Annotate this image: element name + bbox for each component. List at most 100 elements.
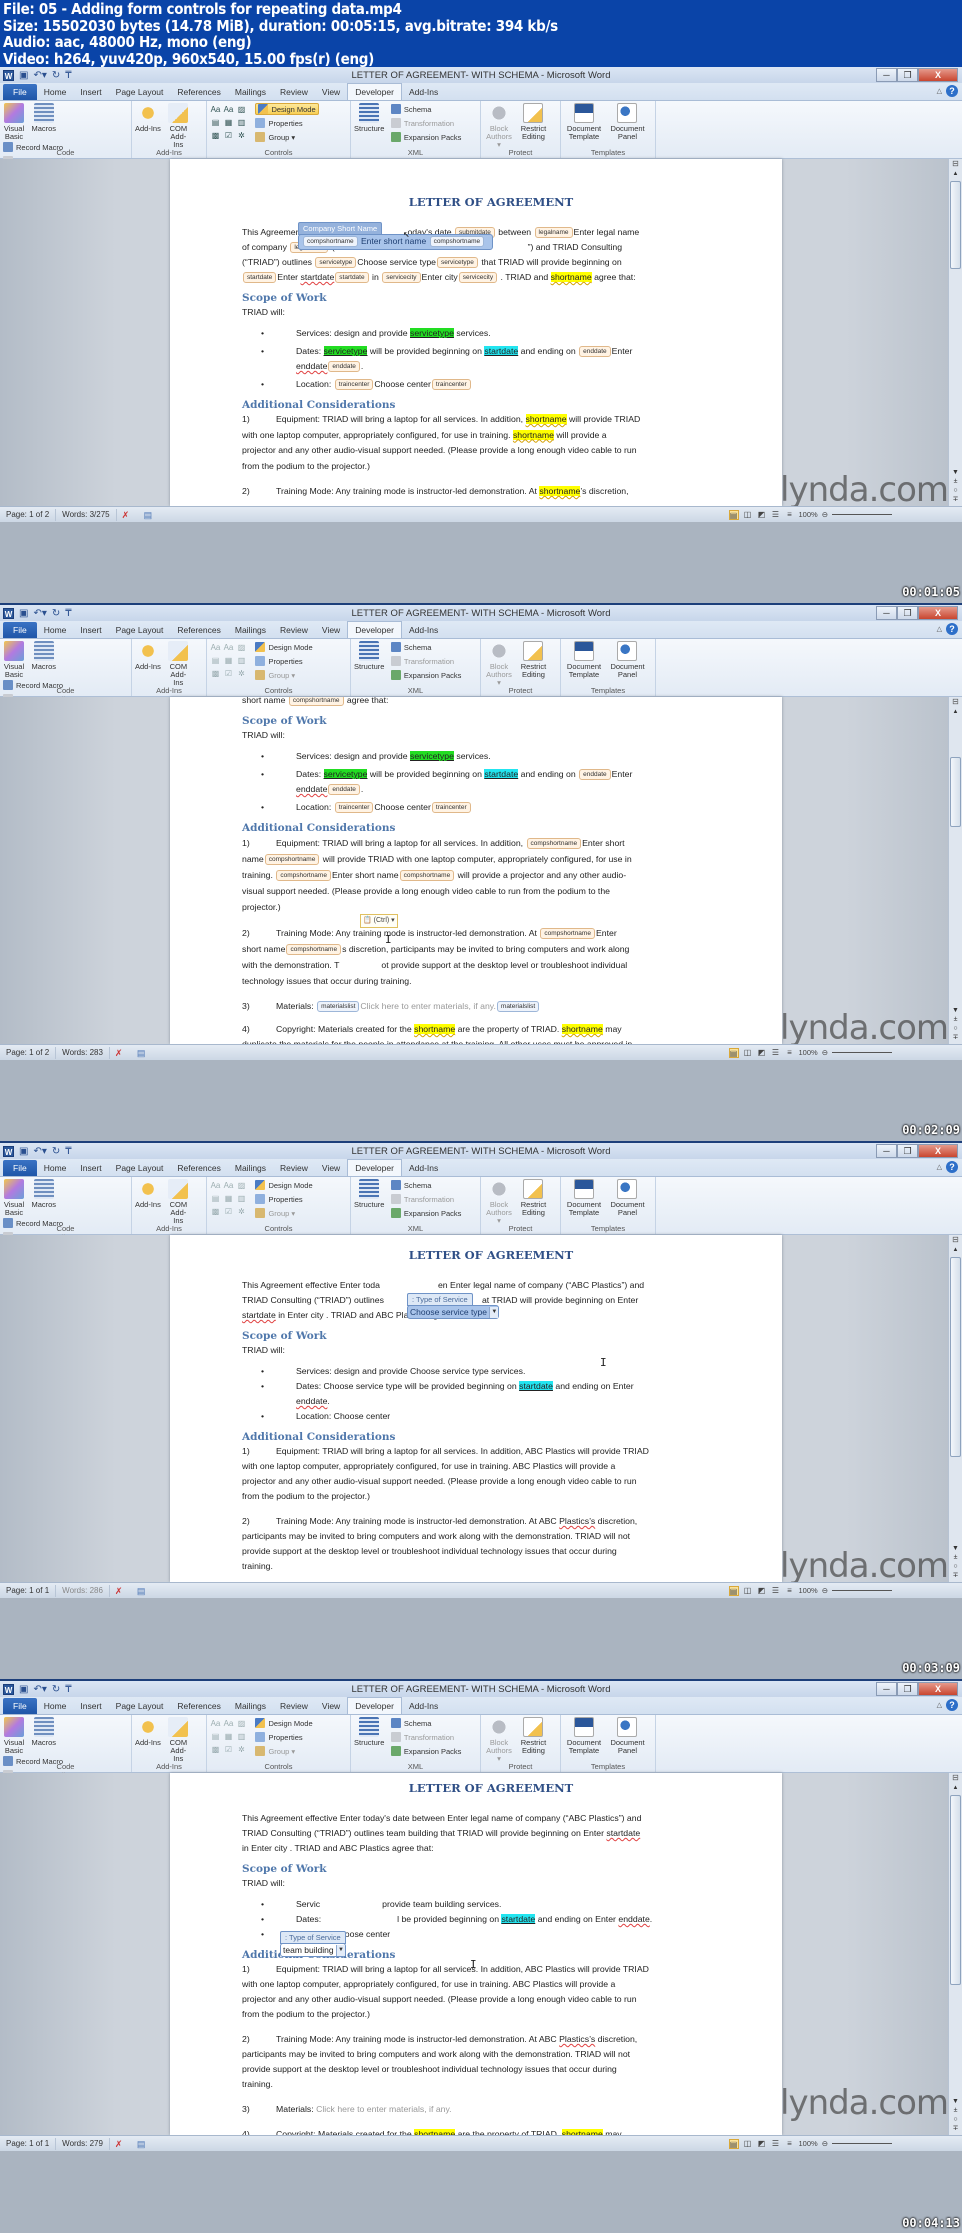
block-authors-button[interactable]: Block Authors ▾ (484, 103, 514, 149)
tab-developer[interactable]: Developer (347, 1697, 402, 1714)
redo-icon[interactable]: ↻ (52, 70, 60, 81)
redo-icon[interactable]: ↻ (52, 1684, 60, 1695)
rich-text-control-icon[interactable]: Aa (210, 1718, 221, 1729)
redo-icon[interactable]: ↻ (52, 608, 60, 619)
save-icon[interactable]: ▣ (19, 1146, 28, 1157)
tab-developer[interactable]: Developer (347, 83, 402, 100)
design-mode-button[interactable]: Design Mode (255, 103, 319, 115)
xml-tag-enddate[interactable]: enddate (328, 361, 360, 372)
servicetype-field[interactable]: servicetype (409, 751, 454, 761)
xml-tag-traincenter[interactable]: traincenter (431, 802, 471, 813)
properties-button[interactable]: Properties (255, 117, 318, 129)
tab-view[interactable]: View (315, 1160, 347, 1176)
xml-tag-startdate[interactable]: startdate (243, 272, 277, 283)
service-type-dropdown[interactable]: team building ▼ (280, 1943, 346, 1957)
com-add-ins-button[interactable]: COM Add-Ins (167, 1179, 189, 1225)
save-icon[interactable]: ▣ (19, 70, 28, 81)
transformation-button[interactable]: Transformation (390, 1193, 462, 1205)
tab-page-layout[interactable]: Page Layout (109, 622, 171, 638)
document-panel-button[interactable]: Document Panel (610, 641, 645, 679)
date-picker-control-icon[interactable]: ▩ (210, 1206, 221, 1217)
tab-add-ins[interactable]: Add-Ins (402, 84, 445, 100)
full-screen-reading-icon[interactable]: ◫ (743, 2139, 753, 2149)
scroll-down-arrow[interactable]: ▼ (949, 468, 962, 477)
zoom-slider[interactable] (832, 514, 892, 515)
combo-box-control-icon[interactable]: ▦ (223, 1731, 234, 1742)
tab-add-ins[interactable]: Add-Ins (402, 1160, 445, 1176)
tab-page-layout[interactable]: Page Layout (109, 1698, 171, 1714)
tab-home[interactable]: Home (37, 1160, 74, 1176)
proofing-icon[interactable]: ✗ (115, 1048, 127, 1058)
properties-button[interactable]: Properties (255, 1193, 312, 1205)
redo-icon[interactable]: ↻ (52, 1146, 60, 1157)
macros-button[interactable]: Macros (31, 641, 56, 671)
group-button[interactable]: Group ▾ (255, 1745, 312, 1757)
xml-tag-legalname[interactable]: legalname (534, 227, 573, 238)
shortname-field[interactable]: shortname (561, 1024, 603, 1034)
structure-button[interactable]: Structure (354, 103, 384, 133)
xml-tag-compshortname[interactable]: compshortname (288, 697, 344, 706)
building-block-control-icon[interactable]: ▤ (210, 117, 221, 128)
combo-box-control-icon[interactable]: ▦ (223, 655, 234, 666)
expansion-packs-button[interactable]: Expansion Packs (390, 1745, 461, 1757)
block-authors-button[interactable]: Block Authors ▾ (484, 1717, 514, 1763)
company-short-name-control[interactable]: compshortname Enter short name compshort… (298, 234, 493, 250)
help-icon[interactable]: ? (946, 623, 958, 635)
tab-file[interactable]: File (3, 622, 37, 638)
next-page-icon[interactable]: ∓ (949, 2124, 962, 2133)
xml-tag-servicetype[interactable]: servicetype (437, 257, 478, 268)
design-mode-button[interactable]: Design Mode (255, 641, 313, 653)
checkbox-control-icon[interactable]: ☑ (223, 1206, 234, 1217)
xml-tag-traincenter[interactable]: traincenter (334, 379, 374, 390)
add-ins-button[interactable]: Add-Ins (135, 1179, 161, 1209)
plain-text-control-icon[interactable]: Aa (223, 642, 234, 653)
date-picker-control-icon[interactable]: ▩ (210, 130, 221, 141)
zoom-level[interactable]: 100% (799, 1586, 818, 1595)
scrollbar-thumb[interactable] (950, 181, 961, 269)
com-add-ins-button[interactable]: COM Add-Ins (167, 103, 189, 149)
rich-text-control-icon[interactable]: Aa (210, 642, 221, 653)
picture-control-icon[interactable]: ▨ (236, 104, 247, 115)
tab-references[interactable]: References (170, 84, 227, 100)
document-template-button[interactable]: Document Template (564, 1717, 604, 1755)
scrollbar-thumb[interactable] (950, 1257, 961, 1457)
expansion-packs-button[interactable]: Expansion Packs (390, 669, 461, 681)
outline-view-icon[interactable]: ☰ (771, 1586, 781, 1596)
building-block-control-icon[interactable]: ▤ (210, 655, 221, 666)
print-layout-view-icon[interactable]: ▤ (728, 1585, 739, 1596)
scroll-down-arrow[interactable]: ▼ (949, 1006, 962, 1015)
scrollbar-thumb[interactable] (950, 757, 961, 827)
vertical-scrollbar[interactable]: ⊟ ▲ ▼ ± ○ ∓ (948, 159, 962, 506)
dropdown-list-control-icon[interactable]: ▥ (236, 655, 247, 666)
full-screen-reading-icon[interactable]: ◫ (743, 510, 753, 520)
web-layout-icon[interactable]: ◩ (757, 1048, 767, 1058)
web-layout-icon[interactable]: ◩ (757, 1586, 767, 1596)
restrict-editing-button[interactable]: Restrict Editing (520, 1179, 546, 1217)
macros-button[interactable]: Macros (31, 1717, 56, 1747)
close-button[interactable]: X (918, 1682, 958, 1696)
scroll-up-arrow[interactable]: ▲ (949, 1785, 962, 1795)
tab-add-ins[interactable]: Add-Ins (402, 1698, 445, 1714)
transformation-button[interactable]: Transformation (390, 655, 462, 667)
tab-home[interactable]: Home (37, 1698, 74, 1714)
save-icon[interactable]: ▣ (19, 1684, 28, 1695)
word-count[interactable]: Words: 3/275 (56, 508, 117, 521)
xml-tag-compshortname[interactable]: compshortname (276, 870, 331, 881)
block-authors-button[interactable]: Block Authors ▾ (484, 1179, 514, 1225)
page-count[interactable]: Page: 1 of 2 (0, 508, 57, 521)
help-icon[interactable]: ? (946, 85, 958, 97)
zoom-slider[interactable] (832, 1590, 892, 1591)
tab-file[interactable]: File (3, 1698, 37, 1714)
tab-mailings[interactable]: Mailings (228, 84, 273, 100)
schema-button[interactable]: Schema (390, 1179, 462, 1191)
group-button[interactable]: Group ▾ (255, 1207, 312, 1219)
startdate-field[interactable]: startdate (519, 1381, 553, 1391)
vertical-scrollbar[interactable]: ⊟ ▲ ▼ ± ○ ∓ (948, 1235, 962, 1582)
zoom-out-icon[interactable]: ⊖ (822, 510, 828, 519)
word-count[interactable]: Words: 283 (56, 1046, 110, 1059)
block-authors-button[interactable]: Block Authors ▾ (484, 641, 514, 687)
macro-record-icon[interactable]: ▤ (137, 1586, 149, 1596)
undo-icon[interactable]: ↶▾ (33, 70, 46, 81)
tab-references[interactable]: References (170, 622, 227, 638)
minimize-button[interactable]: ─ (876, 68, 897, 82)
